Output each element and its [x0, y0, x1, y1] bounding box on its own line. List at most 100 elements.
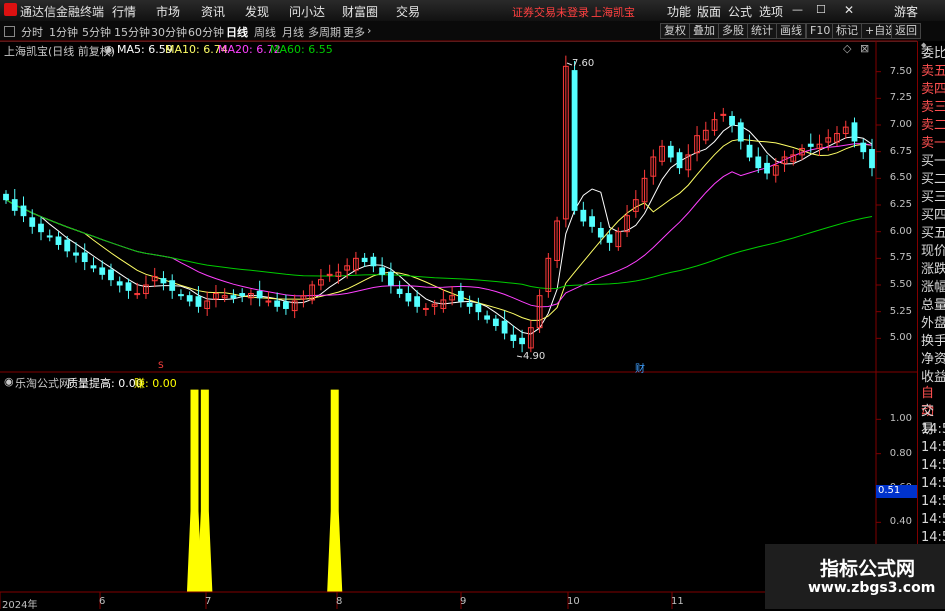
candle-body-43: [379, 267, 386, 275]
candle-body-92: [807, 143, 814, 147]
candle-body-21: [186, 295, 193, 302]
candle-body-3: [29, 217, 36, 227]
marker-s[interactable]: S: [158, 361, 164, 371]
side-item-3: 卖三: [921, 100, 945, 115]
price-tick-2: 7.00: [889, 119, 912, 130]
candle-body-11: [99, 267, 106, 275]
price-tick-6: 6.00: [889, 225, 912, 237]
low-price-label: 4.90: [523, 351, 546, 362]
ma60-line: [5, 199, 873, 290]
candle-body-12: [108, 269, 114, 281]
candle-body-58: [510, 334, 517, 341]
candle-body-8: [73, 252, 79, 256]
side-item-11: 现价: [921, 244, 945, 259]
candle-body-57: [501, 320, 508, 334]
candle-body-65: [571, 70, 578, 211]
candle-body-1: [11, 199, 18, 211]
candle-body-32: [283, 301, 289, 309]
quote-side-panel: ◆ 委比 卖五 卖四 卖三 卖二 卖一 买一 买二 买三 买四 买五 现价 涨跌 涨幅 总量 外盘 换手 净资 收益…: [917, 41, 945, 609]
candle-body-45: [396, 288, 403, 295]
price-tick-10: 5.00: [889, 332, 912, 344]
candle-body-66: [580, 209, 587, 222]
side-item-7: 买二: [921, 172, 945, 187]
price-tick-9: 5.25: [889, 305, 912, 317]
candle-body-44: [387, 271, 394, 286]
candle-body-10: [90, 265, 97, 269]
candle-body-54: [475, 303, 482, 313]
candle-body-9: [81, 252, 88, 263]
candle-body-31: [274, 300, 281, 307]
candle-body-42: [370, 256, 377, 267]
side-item-14: 总量: [921, 298, 945, 313]
candle-body-99: [869, 149, 875, 169]
sub-tick-3: 0.40: [889, 516, 912, 528]
candle-body-87: [764, 162, 770, 174]
side-item-15: 外盘: [921, 316, 945, 331]
side-item-12: 涨跌: [921, 262, 945, 277]
candle-body-48: [422, 307, 429, 310]
signal-spike-1: [197, 389, 213, 592]
candle-body-14: [125, 282, 132, 291]
side-item-2: 卖四: [921, 82, 945, 97]
side-item-9: 买四: [921, 208, 945, 223]
candle-body-67: [589, 216, 595, 227]
watermark-title: 指标公式网: [820, 558, 916, 580]
candle-body-68: [597, 227, 604, 238]
side-time-2: 14:56: [921, 458, 945, 473]
kline-chart[interactable]: [0, 0, 945, 609]
price-tick-3: 6.75: [889, 145, 912, 157]
candle-body-97: [851, 122, 858, 142]
side-time-1: 14:56: [921, 440, 945, 455]
side-item-0: 委比: [921, 46, 945, 61]
candle-body-59: [519, 337, 526, 345]
candle-body-27: [239, 293, 246, 297]
sub-tick-0: 1.00: [889, 413, 912, 425]
high-price-label: 7.60: [572, 58, 595, 69]
date-label-11: 11: [671, 596, 684, 607]
side-item-6: 买一: [921, 154, 945, 169]
ma20-line: [5, 143, 873, 308]
candle-body-47: [414, 296, 421, 307]
side-item-10: 买五: [921, 226, 945, 241]
date-label-7: 7: [205, 596, 212, 607]
candle-body-18: [160, 278, 167, 284]
price-tick-4: 6.50: [889, 172, 912, 184]
sub-current-value: 0.51: [876, 485, 920, 498]
candle-body-29: [256, 290, 263, 299]
date-label-8: 8: [336, 596, 343, 607]
sub-tick-1: 0.80: [889, 447, 912, 459]
candle-body-20: [178, 294, 184, 297]
side-item-1: 卖五: [921, 64, 945, 79]
candle-body-98: [860, 142, 867, 153]
candle-body-55: [484, 315, 491, 320]
side-time-5: 14:56: [921, 512, 945, 527]
candle-body-56: [492, 318, 499, 327]
candle-body-13: [116, 281, 123, 286]
side-time-4: 14:56: [921, 494, 945, 509]
side-item-4: 卖二: [921, 118, 945, 133]
candle-body-52: [457, 290, 464, 302]
candle-body-4: [38, 223, 44, 233]
candle-body-77: [676, 152, 683, 169]
candle-body-2: [20, 205, 27, 217]
candle-body-69: [606, 234, 613, 243]
marker-cai[interactable]: 财: [635, 360, 645, 375]
side-item-13: 涨幅: [921, 280, 945, 295]
candle-body-86: [755, 156, 762, 169]
candle-body-0: [3, 193, 9, 201]
side-item-17: 净资: [921, 352, 945, 367]
date-label-10: 10: [567, 596, 580, 607]
candle-body-84: [737, 122, 744, 142]
price-tick-7: 5.75: [889, 252, 912, 264]
candle-body-85: [746, 144, 753, 158]
low-leader-line: [516, 355, 523, 358]
candle-body-76: [667, 145, 674, 158]
candle-body-22: [195, 296, 202, 307]
candle-body-83: [729, 115, 735, 126]
side-time-0: 14:56: [921, 422, 945, 437]
watermark-url: www.zbgs3.com: [808, 580, 936, 596]
price-tick-8: 5.50: [889, 279, 912, 290]
side-item-16: 换手: [921, 334, 945, 349]
side-item-8: 买三: [921, 190, 945, 205]
date-label-6: 6: [99, 596, 106, 607]
